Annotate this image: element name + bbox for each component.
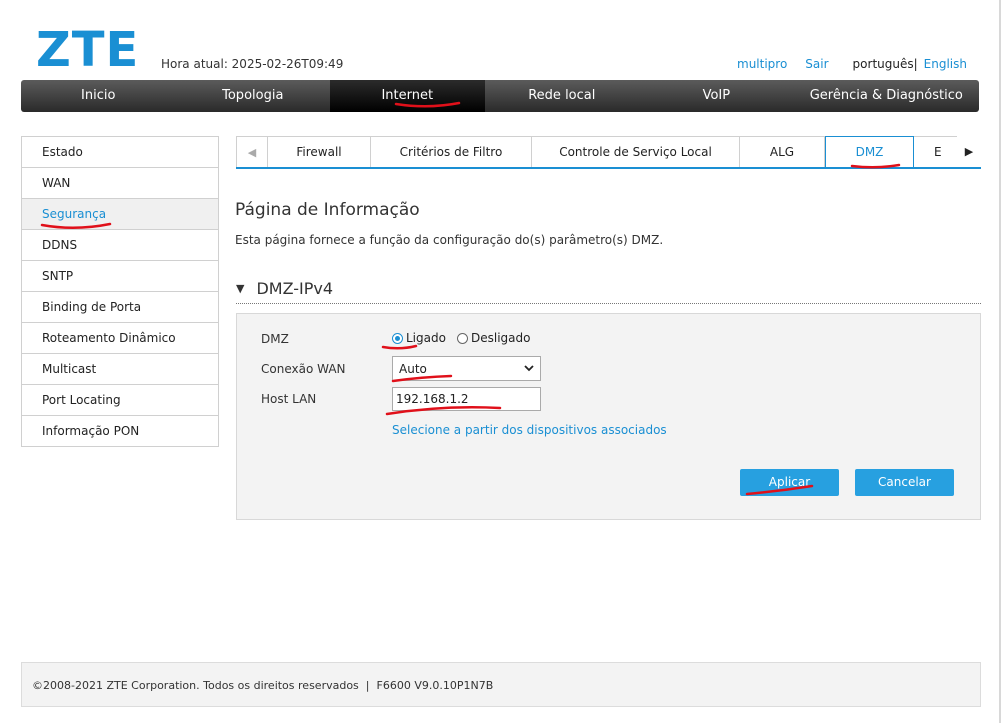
page-description: Esta página fornece a função da configur…	[235, 233, 664, 247]
sidebar-item-informacao-pon[interactable]: Informação PON	[22, 416, 218, 447]
tab-criterios-de-filtro[interactable]: Critérios de Filtro	[371, 136, 532, 167]
dmz-on-radio[interactable]: Ligado	[392, 331, 446, 345]
wan-connection-select[interactable]: Auto	[392, 356, 541, 381]
language-english-link[interactable]: English	[924, 57, 967, 71]
select-devices-link[interactable]: Selecione a partir dos dispositivos asso…	[392, 423, 667, 437]
copyright-text: ©2008-2021 ZTE Corporation. Todos os dir…	[32, 679, 359, 692]
dmz-off-radio[interactable]: Desligado	[457, 331, 530, 345]
nav-item-inicio[interactable]: Inicio	[21, 80, 176, 112]
section-header[interactable]: ▼ DMZ-IPv4	[236, 274, 981, 304]
tab-dmz[interactable]: DMZ	[825, 136, 914, 167]
dmz-label: DMZ	[261, 332, 289, 346]
dmz-off-label: Desligado	[471, 331, 531, 345]
nav-item-topologia[interactable]: Topologia	[176, 80, 331, 112]
language-current: português|	[852, 57, 918, 71]
tab-firewall[interactable]: Firewall	[268, 136, 371, 167]
sidebar-item-port-locating[interactable]: Port Locating	[22, 385, 218, 416]
sidebar-item-sntp[interactable]: SNTP	[22, 261, 218, 292]
sidebar-item-estado[interactable]: Estado	[22, 137, 218, 168]
sidebar-item-roteamento-dinamico[interactable]: Roteamento Dinâmico	[22, 323, 218, 354]
user-link[interactable]: multipro	[737, 57, 787, 71]
tab-alg[interactable]: ALG	[740, 136, 825, 167]
radio-unchecked-icon[interactable]	[457, 332, 468, 344]
footer: ©2008-2021 ZTE Corporation. Todos os dir…	[21, 662, 981, 707]
host-lan-label: Host LAN	[261, 392, 317, 406]
nav-item-internet[interactable]: Internet	[330, 80, 485, 112]
chevron-down-icon	[524, 365, 534, 372]
tab-scroll-right-icon[interactable]: ▶	[957, 136, 981, 167]
page-title: Página de Informação	[235, 200, 420, 220]
tab-controle-de-servico-local[interactable]: Controle de Serviço Local	[532, 136, 740, 167]
firmware-version: F6600 V9.0.10P1N7B	[376, 679, 494, 692]
sidebar-item-multicast[interactable]: Multicast	[22, 354, 218, 385]
wan-connection-label: Conexão WAN	[261, 362, 346, 376]
top-links: multipro Sair português| English	[737, 57, 967, 71]
sidebar-item-binding-de-porta[interactable]: Binding de Porta	[22, 292, 218, 323]
dmz-on-label: Ligado	[406, 331, 446, 345]
host-lan-input[interactable]: 192.168.1.2	[392, 387, 541, 411]
tab-bar: ◀ Firewall Critérios de Filtro Controle …	[236, 136, 981, 169]
tab-scroll-left-icon[interactable]: ◀	[236, 136, 268, 167]
sidebar-item-ddns[interactable]: DDNS	[22, 230, 218, 261]
radio-checked-icon[interactable]	[392, 332, 403, 344]
current-time: Hora atual: 2025-02-26T09:49	[161, 57, 344, 71]
collapse-triangle-icon[interactable]: ▼	[236, 282, 244, 295]
sidebar: Estado WAN Segurança DDNS SNTP Binding d…	[21, 136, 219, 447]
cancel-button[interactable]: Cancelar	[855, 469, 954, 496]
nav-item-voip[interactable]: VoIP	[639, 80, 794, 112]
zte-logo: ZTE	[36, 22, 140, 78]
router-admin-page: ZTE Hora atual: 2025-02-26T09:49 multipr…	[0, 0, 1001, 723]
nav-item-gerencia[interactable]: Gerência & Diagnóstico	[794, 80, 979, 112]
section-title: DMZ-IPv4	[256, 279, 334, 298]
sidebar-item-seguranca[interactable]: Segurança	[22, 199, 218, 230]
sidebar-item-wan[interactable]: WAN	[22, 168, 218, 199]
logout-link[interactable]: Sair	[805, 57, 828, 71]
wan-connection-value: Auto	[399, 361, 427, 376]
main-nav: Inicio Topologia Internet Rede local VoI…	[21, 80, 979, 112]
nav-item-rede-local[interactable]: Rede local	[485, 80, 640, 112]
footer-separator: |	[365, 679, 370, 692]
apply-button[interactable]: Aplicar	[740, 469, 839, 496]
